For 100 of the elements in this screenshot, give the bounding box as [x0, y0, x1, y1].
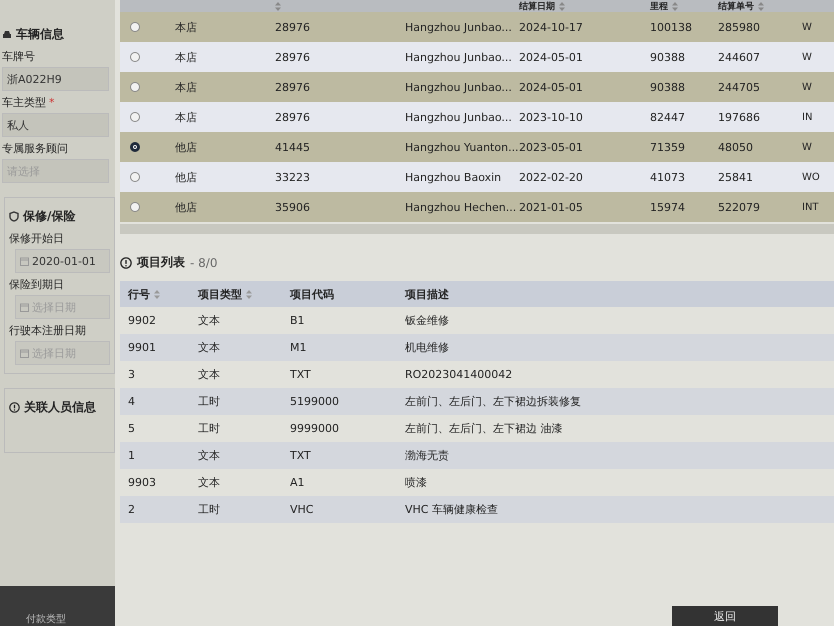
table-cell: TXT [290, 368, 311, 381]
table-cell: 9903 [128, 476, 156, 489]
input-field[interactable]: 浙A022H9 [2, 67, 109, 91]
table-cell: 他店 [175, 200, 197, 214]
radio-button[interactable] [130, 112, 140, 122]
table-cell: Hangzhou Junbao... [405, 80, 512, 94]
table-cell: Hangzhou Hechen... [405, 200, 516, 214]
table-cell: 28976 [275, 50, 310, 64]
table-cell: 28976 [275, 110, 310, 124]
table-row[interactable]: 他店 41445 Hangzhou Yuanton...2023-05-01 71359 48050 W [120, 132, 834, 162]
date-field[interactable]: 2020-01-01 [15, 249, 110, 273]
table-cell: 本店 [175, 110, 197, 124]
table-cell: 左前门、左后门、左下裙边 油漆 [405, 421, 562, 436]
sort-icon[interactable] [154, 290, 160, 298]
table-cell: 本店 [175, 50, 197, 64]
table-cell: 71359 [650, 140, 685, 154]
sort-icon[interactable] [758, 2, 764, 10]
column-header[interactable]: 项目类型 [198, 286, 252, 302]
radio-button[interactable] [130, 202, 140, 212]
sort-icon[interactable] [559, 2, 565, 10]
item-count: - 8/0 [190, 256, 218, 270]
sort-icon[interactable] [246, 290, 252, 298]
table-cell: 15974 [650, 200, 685, 214]
info-icon [120, 256, 132, 268]
table-cell: IN [802, 112, 812, 122]
column-header[interactable]: 结算单号 [718, 0, 764, 12]
car-icon [2, 30, 12, 39]
calendar-icon [20, 303, 29, 312]
table-cell: 9902 [128, 314, 156, 327]
field-label: 付款类型 [26, 612, 66, 626]
back-button[interactable]: 返回 [672, 606, 778, 626]
table-cell: 他店 [175, 140, 197, 154]
required-mark: * [49, 96, 54, 109]
table-cell: 244705 [718, 80, 760, 94]
table-cell: 90388 [650, 50, 685, 64]
table-cell: 他店 [175, 170, 197, 184]
table-row[interactable]: 本店 28976 Hangzhou Junbao... 2024-10-17 100138 285980 W [120, 12, 834, 42]
table-row[interactable]: 本店 28976 Hangzhou Junbao... 2024-05-01 90388 244607 W [120, 42, 834, 72]
table-cell: TXT [290, 449, 311, 462]
table-cell: 2024-05-01 [519, 50, 583, 64]
table-cell: VHC [290, 503, 314, 516]
table-cell: 左前门、左后门、左下裙边拆装修复 [405, 394, 581, 409]
radio-button[interactable] [130, 82, 140, 92]
table-row[interactable]: 本店 28976 Hangzhou Junbao... 2023-10-10 82447 197686 IN [120, 102, 834, 132]
table-cell: 本店 [175, 80, 197, 94]
table-cell: 41073 [650, 170, 685, 184]
horizontal-scrollbar[interactable] [120, 224, 834, 234]
table-cell: 5 [128, 422, 135, 435]
column-header[interactable]: 项目描述 [405, 286, 449, 302]
table-cell: 2022-02-20 [519, 170, 583, 184]
table-cell: WO [802, 172, 820, 182]
field-label: 保修开始日 [9, 232, 64, 245]
table-row[interactable]: 他店 35906 Hangzhou Hechen... 2021-01-05 15974 522079 INT [120, 192, 834, 222]
section-title: 车辆信息 [16, 26, 64, 43]
table-cell: Hangzhou Junbao... [405, 20, 512, 34]
table-cell: 文本 [198, 475, 220, 490]
column-header[interactable]: 结算日期 [519, 0, 565, 12]
table-cell: 2024-05-01 [519, 80, 583, 94]
column-header[interactable]: 项目代码 [290, 286, 334, 302]
table-cell: 工时 [198, 421, 220, 436]
table-cell: 文本 [198, 448, 220, 463]
section-title: 关联人员信息 [24, 399, 96, 416]
field-label: 车主类型 [2, 96, 46, 109]
table-cell: 48050 [718, 140, 753, 154]
table-cell: 渤海无责 [405, 448, 449, 463]
table-cell: 28976 [275, 20, 310, 34]
field-label: 车牌号 [2, 50, 35, 63]
field-label: 专属服务顾问 [2, 142, 68, 155]
table-cell: 文本 [198, 313, 220, 328]
table-cell: 喷漆 [405, 475, 427, 490]
table-cell: M1 [290, 341, 306, 354]
table-cell: 文本 [198, 367, 220, 382]
table-cell: 41445 [275, 140, 310, 154]
table-row[interactable]: 他店 33223 Hangzhou Baoxin 2022-02-20 41073 25841 WO [120, 162, 834, 192]
table-cell: 33223 [275, 170, 310, 184]
table-cell: Hangzhou Yuanton... [405, 140, 519, 154]
table-cell: 1 [128, 449, 135, 462]
column-header[interactable]: 行号 [128, 286, 160, 302]
table-cell: 3 [128, 368, 135, 381]
table-cell: VHC 车辆健康检查 [405, 502, 498, 517]
radio-button[interactable] [130, 52, 140, 62]
table-cell: 9999000 [290, 422, 339, 435]
table-cell: 522079 [718, 200, 760, 214]
table-cell: 197686 [718, 110, 760, 124]
table-cell: 2023-05-01 [519, 140, 583, 154]
radio-button[interactable] [130, 142, 140, 152]
column-header[interactable]: 里程 [650, 0, 678, 12]
table-cell: 工时 [198, 394, 220, 409]
sort-icon[interactable] [672, 2, 678, 10]
table-cell: W [802, 22, 812, 32]
input-field[interactable]: 私人 [2, 113, 109, 137]
table-cell: Hangzhou Junbao... [405, 110, 512, 124]
sort-icon[interactable] [275, 2, 281, 10]
radio-button[interactable] [130, 172, 140, 182]
info-icon [9, 402, 20, 413]
table-cell: 5199000 [290, 395, 339, 408]
radio-button[interactable] [130, 22, 140, 32]
table-cell: Hangzhou Junbao... [405, 50, 512, 64]
calendar-icon [20, 257, 29, 266]
table-row[interactable]: 本店 28976 Hangzhou Junbao... 2024-05-01 90388 244705 W [120, 72, 834, 102]
